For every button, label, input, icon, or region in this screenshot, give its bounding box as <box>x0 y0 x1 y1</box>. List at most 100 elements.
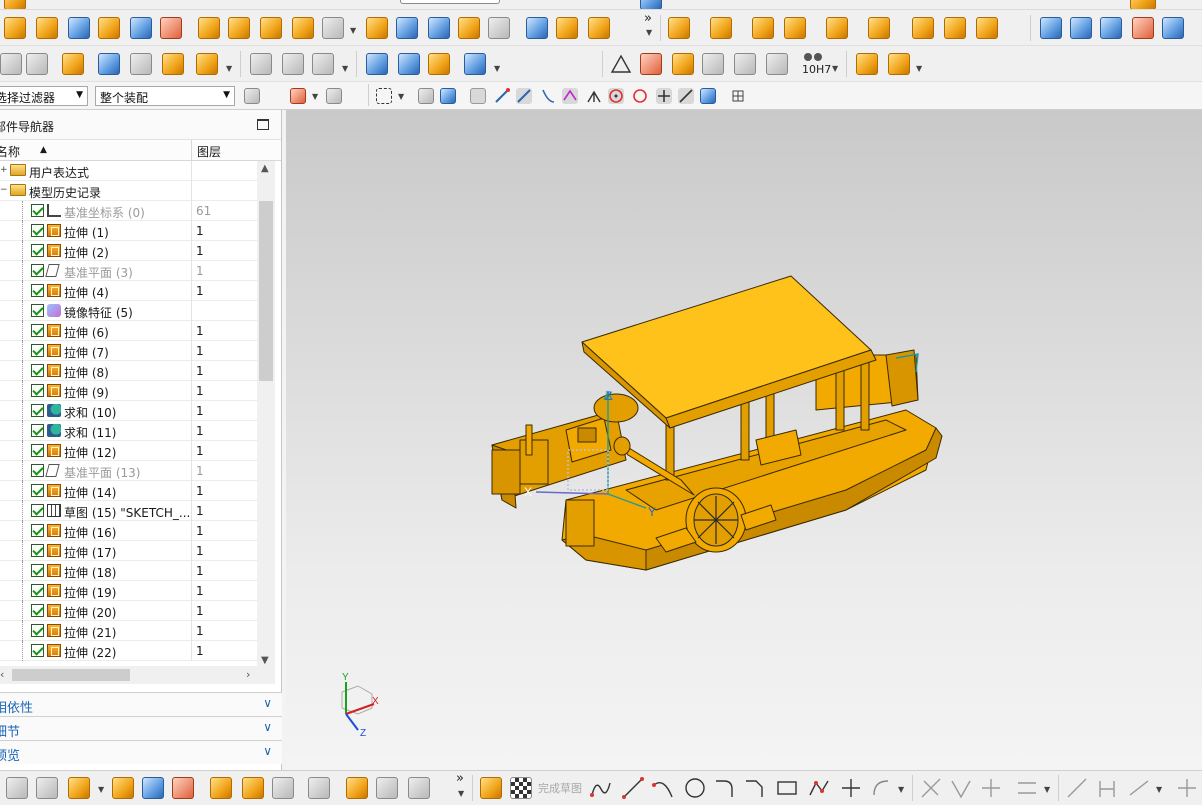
chevron-down-icon[interactable]: ▼ <box>458 789 464 798</box>
rectangle-select-icon[interactable] <box>376 88 392 104</box>
studio-surface-icon[interactable] <box>1162 17 1184 39</box>
arc-icon[interactable] <box>652 777 674 799</box>
extend-icon[interactable] <box>950 777 972 799</box>
reference-set-icon[interactable] <box>408 777 430 799</box>
tree-row[interactable]: 拉伸 (21) 1 <box>0 621 257 641</box>
chevron-down-icon[interactable]: ▼ <box>898 785 904 794</box>
mate-icon[interactable] <box>112 777 134 799</box>
snap-midpoint-icon[interactable] <box>494 88 510 104</box>
unite-icon[interactable] <box>228 17 250 39</box>
tree-row[interactable]: 拉伸 (8) 1 <box>0 361 257 381</box>
mesh-surface-icon[interactable] <box>1070 17 1092 39</box>
chevron-down-icon[interactable]: ∨ <box>263 696 272 710</box>
sketch-icon[interactable] <box>480 777 502 799</box>
constraint-icon[interactable] <box>272 777 294 799</box>
thicken-icon[interactable] <box>428 17 450 39</box>
assembly-navigator-icon[interactable] <box>6 777 28 799</box>
delete-face-icon[interactable] <box>162 53 184 75</box>
visibility-checkbox[interactable] <box>31 324 44 337</box>
more-chevron[interactable]: » <box>456 771 464 786</box>
law-extension-icon[interactable] <box>1132 17 1154 39</box>
sort-ascending-icon[interactable]: ▲ <box>40 145 47 155</box>
tree-row[interactable]: 拉伸 (16) 1 <box>0 521 257 541</box>
relations-icon[interactable] <box>1176 777 1198 799</box>
tree-row[interactable]: 拉伸 (12) 1 <box>0 441 257 461</box>
make-corner-icon[interactable] <box>980 777 1002 799</box>
finish-sketch-icon[interactable] <box>510 777 532 799</box>
navigator-tree[interactable]: + 用户表达式 − 模型历史记录 基准坐标系 (0) 61 拉伸 (1) 1 拉伸 (2) 1 基准… <box>0 161 257 671</box>
visibility-checkbox[interactable] <box>31 404 44 417</box>
through-curves-icon[interactable] <box>1100 17 1122 39</box>
move-face-icon[interactable] <box>98 53 120 75</box>
visibility-checkbox[interactable] <box>31 364 44 377</box>
tree-row[interactable]: 草图 (15) "SKETCH_... 1 <box>0 501 257 521</box>
scroll-right-icon[interactable]: › <box>246 668 250 681</box>
surface-flat-icon[interactable] <box>282 53 304 75</box>
filter-reset-icon[interactable] <box>244 88 260 104</box>
visibility-checkbox[interactable] <box>31 264 44 277</box>
wave-link-icon[interactable] <box>376 777 398 799</box>
column-divider[interactable] <box>191 140 192 161</box>
sweep-icon[interactable] <box>556 17 578 39</box>
tree-group-row[interactable]: − 模型历史记录 <box>0 181 257 201</box>
tree-row[interactable]: 求和 (11) 1 <box>0 421 257 441</box>
tree-row[interactable]: 镜像特征 (5) <box>0 301 257 321</box>
scroll-thumb[interactable] <box>12 669 130 681</box>
offset-face-icon[interactable] <box>458 17 480 39</box>
layer-column-header[interactable]: 图层 <box>197 143 221 160</box>
chevron-down-icon[interactable]: ▼ <box>350 26 356 35</box>
mirror-curve-icon[interactable] <box>1016 777 1038 799</box>
chevron-down-icon[interactable]: ▼ <box>1044 785 1050 794</box>
finish-sketch-label[interactable]: 完成草图 <box>538 780 582 796</box>
visibility-checkbox[interactable] <box>31 584 44 597</box>
slot-icon[interactable] <box>784 17 806 39</box>
curve-icon[interactable] <box>250 53 272 75</box>
component-icon[interactable] <box>888 53 910 75</box>
wrap-icon[interactable] <box>976 17 998 39</box>
visibility-checkbox[interactable] <box>31 424 44 437</box>
view-triad[interactable]: Y X Z <box>341 672 379 739</box>
revolve-icon[interactable] <box>36 17 58 39</box>
name-column-header[interactable]: 名称 <box>0 143 20 160</box>
tree-row[interactable]: 拉伸 (2) 1 <box>0 241 257 261</box>
snap-curve-icon[interactable] <box>540 88 556 104</box>
collapse-icon[interactable]: − <box>0 185 8 195</box>
groove-icon[interactable] <box>752 17 774 39</box>
chevron-down-icon[interactable]: ▼ <box>98 785 104 794</box>
point-icon[interactable] <box>840 777 862 799</box>
select-face-icon[interactable] <box>440 88 456 104</box>
polyline-icon[interactable] <box>808 777 830 799</box>
chamfer-icon[interactable] <box>366 17 388 39</box>
chamfer-sketch-icon[interactable] <box>744 777 766 799</box>
snap-grid-icon[interactable] <box>730 88 746 104</box>
replace-face-icon[interactable] <box>130 53 152 75</box>
rectangle-icon[interactable] <box>776 777 798 799</box>
trim-body-icon[interactable] <box>260 17 282 39</box>
abc-text-icon[interactable] <box>196 53 218 75</box>
chevron-down-icon[interactable]: ▼ <box>646 28 652 37</box>
chevron-down-icon[interactable]: ∨ <box>263 744 272 758</box>
chevron-down-icon[interactable]: ▼ <box>312 92 318 101</box>
box-icon[interactable] <box>526 17 548 39</box>
spring-icon[interactable] <box>396 17 418 39</box>
chevron-down-icon[interactable]: ▼ <box>398 92 404 101</box>
grid-icon[interactable] <box>672 53 694 75</box>
visibility-checkbox[interactable] <box>31 224 44 237</box>
tree-row[interactable]: 基准平面 (3) 1 <box>0 261 257 281</box>
scroll-up-icon[interactable]: ▲ <box>261 163 269 174</box>
boat-model[interactable]: Z X Y Y X Z <box>286 110 1202 770</box>
view-icon[interactable] <box>640 0 662 9</box>
tree-row[interactable]: 基准坐标系 (0) 61 <box>0 201 257 221</box>
panel-preview[interactable]: 预览 ∨ <box>0 740 282 764</box>
snap-existing-point-icon[interactable] <box>656 88 672 104</box>
note-icon[interactable] <box>734 53 756 75</box>
block-icon[interactable] <box>68 17 90 39</box>
type-filter-combo[interactable]: 选择过滤器 ▼ <box>0 86 88 106</box>
feature-icon[interactable] <box>4 0 26 9</box>
expand-icon[interactable]: + <box>0 165 8 175</box>
tree-row[interactable]: 拉伸 (9) 1 <box>0 381 257 401</box>
fillet-icon[interactable] <box>714 777 736 799</box>
tube-icon[interactable] <box>588 17 610 39</box>
snap-line-icon[interactable] <box>516 88 532 104</box>
panel-details[interactable]: 细节 ∨ <box>0 716 282 740</box>
